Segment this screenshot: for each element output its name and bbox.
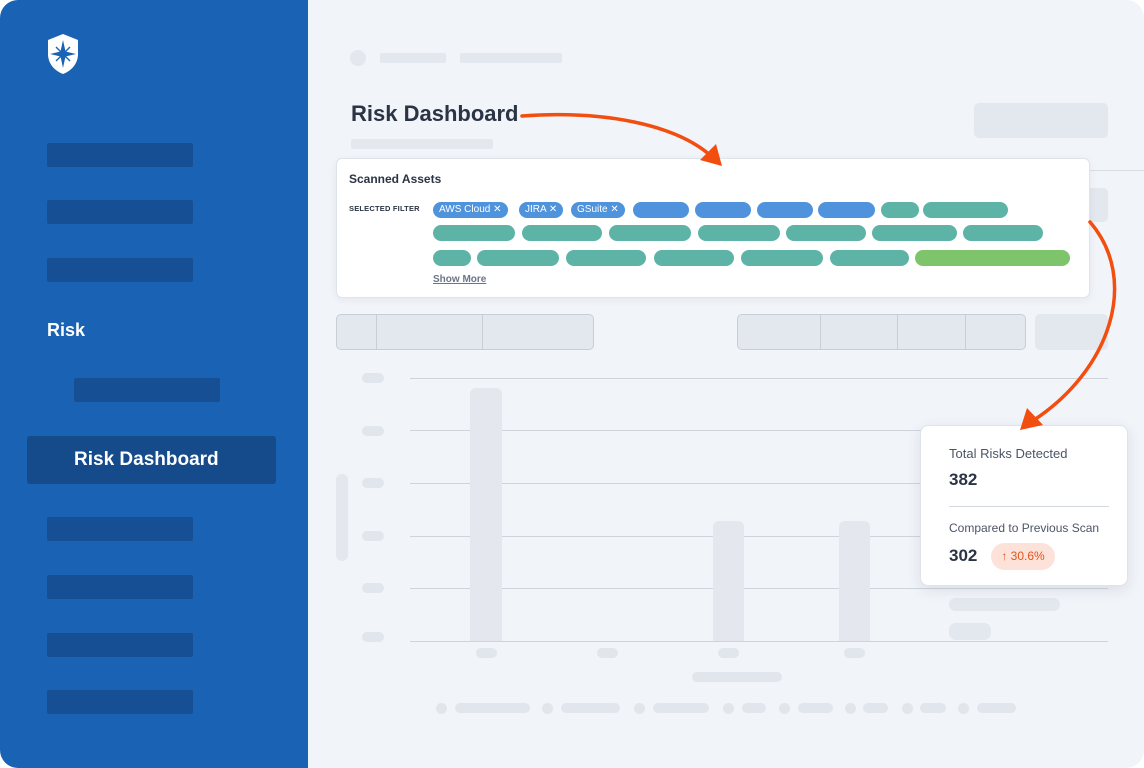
app-frame: Risk Risk Dashboard Risk Dashboard Scann… bbox=[0, 0, 1144, 768]
annotation-arrows bbox=[520, 112, 1117, 430]
